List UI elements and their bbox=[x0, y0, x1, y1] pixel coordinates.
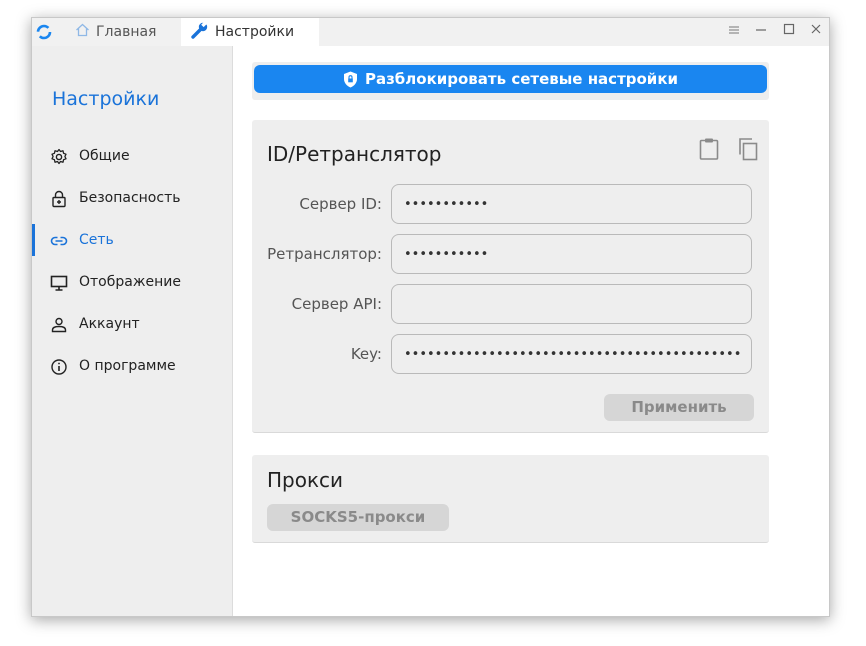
shield-icon bbox=[343, 71, 357, 87]
sidebar-item-general[interactable]: Общие bbox=[32, 140, 232, 172]
sidebar-item-label: Отображение bbox=[79, 274, 181, 290]
server-id-label: Сервер ID: bbox=[299, 195, 382, 213]
sidebar: Настройки Общие Безопасность Сеть Отобра… bbox=[32, 46, 233, 616]
sidebar-item-display[interactable]: Отображение bbox=[32, 266, 232, 298]
sidebar-item-security[interactable]: Безопасность bbox=[32, 182, 232, 214]
unlock-button-label: Разблокировать сетевые настройки bbox=[364, 70, 679, 88]
copy-icon[interactable] bbox=[737, 137, 759, 161]
lock-icon bbox=[52, 190, 66, 208]
socks5-proxy-button[interactable]: SOCKS5-прокси bbox=[267, 504, 449, 531]
main-content: Разблокировать сетевые настройки ID/Ретр… bbox=[233, 46, 829, 616]
app-logo-icon bbox=[36, 24, 52, 40]
home-icon bbox=[75, 23, 90, 41]
tab-home-label: Главная bbox=[96, 24, 157, 40]
app-window: Главная Настройки Настройки Общие Безопа… bbox=[31, 17, 830, 617]
menu-icon[interactable] bbox=[725, 23, 743, 41]
sidebar-item-label: Общие bbox=[79, 148, 130, 164]
tab-settings-label: Настройки bbox=[215, 24, 295, 40]
sidebar-item-label: О программе bbox=[79, 358, 176, 374]
sidebar-item-about[interactable]: О программе bbox=[32, 350, 232, 382]
sidebar-item-network[interactable]: Сеть bbox=[32, 224, 232, 256]
server-id-input[interactable]: ••••••••••• bbox=[391, 184, 752, 224]
relay-input[interactable]: ••••••••••• bbox=[391, 234, 752, 274]
link-icon bbox=[50, 236, 68, 246]
sidebar-item-label: Аккаунт bbox=[79, 316, 140, 332]
tab-home[interactable]: Главная bbox=[72, 18, 182, 46]
sidebar-item-label: Сеть bbox=[79, 232, 114, 248]
gear-icon bbox=[51, 148, 67, 165]
unlock-network-settings-button[interactable]: Разблокировать сетевые настройки bbox=[254, 65, 767, 93]
maximize-icon[interactable] bbox=[780, 23, 798, 41]
clipboard-paste-icon[interactable] bbox=[698, 137, 720, 161]
sidebar-item-account[interactable]: Аккаунт bbox=[32, 308, 232, 340]
key-label: Key: bbox=[350, 345, 382, 363]
sidebar-title: Настройки bbox=[52, 88, 160, 110]
sidebar-item-label: Безопасность bbox=[79, 190, 181, 206]
info-icon bbox=[51, 359, 67, 375]
user-icon bbox=[51, 317, 67, 333]
close-icon[interactable] bbox=[807, 23, 825, 41]
proxy-card: Прокси SOCKS5-прокси bbox=[252, 455, 769, 543]
proxy-title: Прокси bbox=[267, 468, 344, 492]
id-relay-title: ID/Ретранслятор bbox=[267, 142, 442, 166]
wrench-icon bbox=[191, 21, 209, 43]
key-input[interactable]: ••••••••••••••••••••••••••••••••••••••••… bbox=[391, 334, 752, 374]
tab-settings[interactable]: Настройки bbox=[181, 18, 319, 46]
minimize-icon[interactable] bbox=[752, 23, 770, 41]
api-server-input[interactable] bbox=[391, 284, 752, 324]
monitor-icon bbox=[50, 275, 68, 291]
id-relay-card: ID/Ретранслятор Сервер ID: ••••••••••• Р… bbox=[252, 120, 769, 433]
title-bar: Главная Настройки bbox=[32, 18, 829, 46]
apply-button[interactable]: Применить bbox=[604, 394, 754, 421]
api-server-label: Сервер API: bbox=[291, 295, 382, 313]
relay-label: Ретранслятор: bbox=[267, 245, 382, 263]
unlock-panel: Разблокировать сетевые настройки bbox=[252, 62, 769, 100]
